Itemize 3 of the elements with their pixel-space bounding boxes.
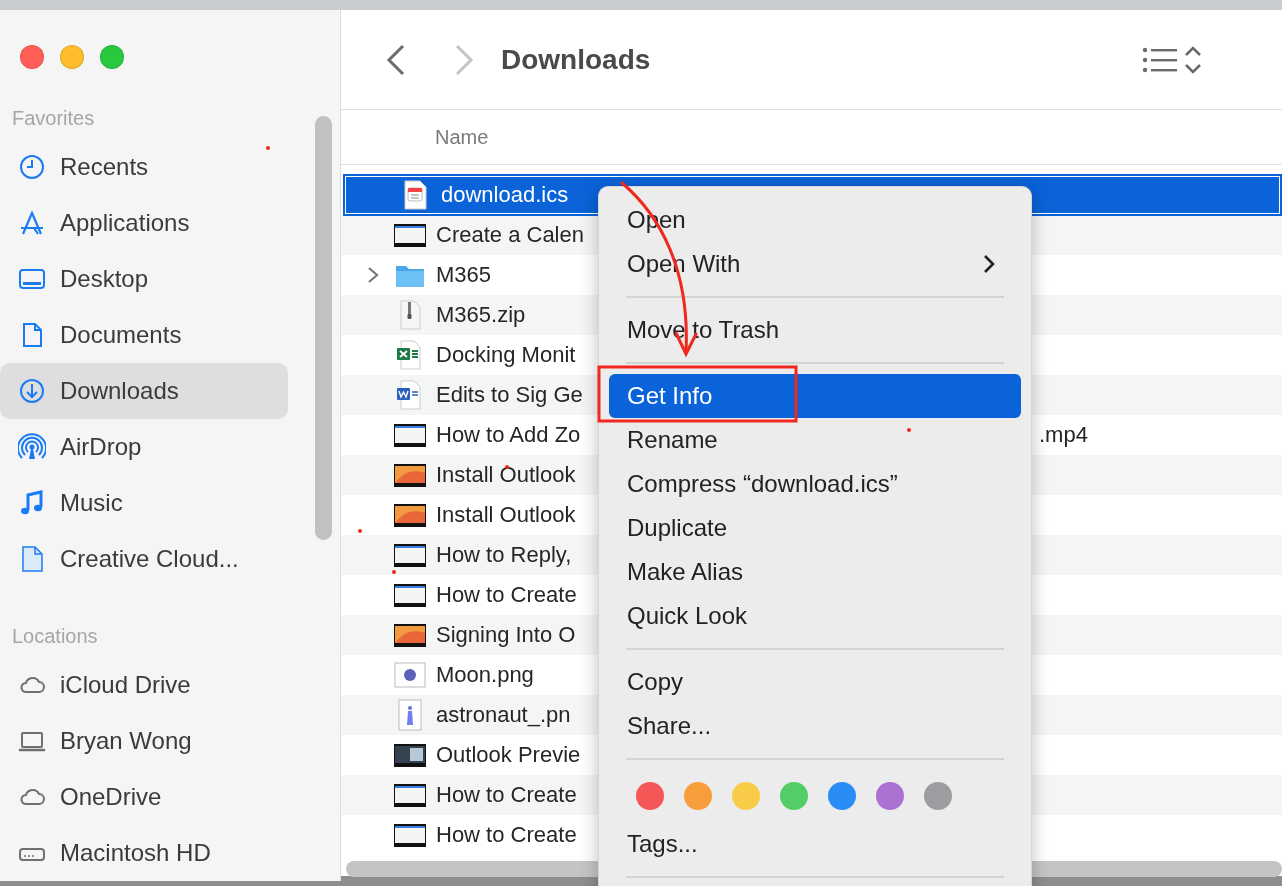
sidebar-heading: Locations bbox=[11, 624, 99, 649]
window-title: Downloads bbox=[501, 43, 651, 76]
sidebar-heading: Favorites bbox=[11, 106, 96, 131]
